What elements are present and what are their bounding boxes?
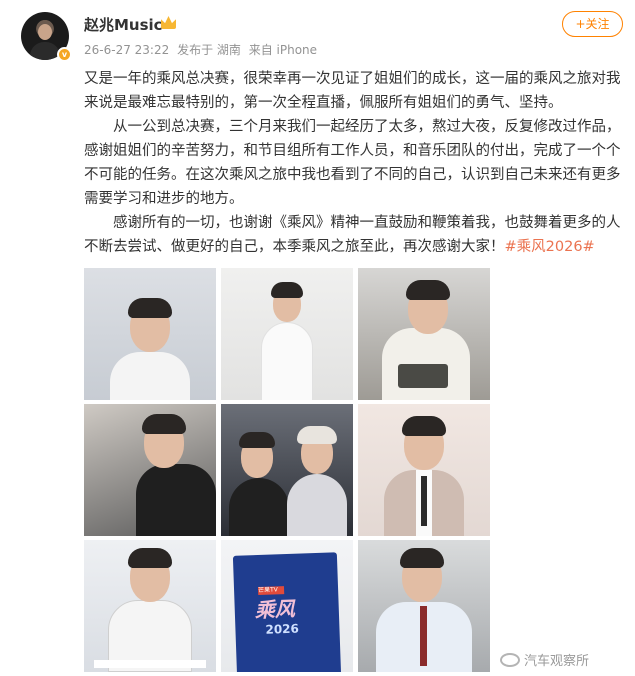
photo-4-figure-hair (142, 414, 186, 434)
photo-5-figure-right-body (287, 474, 347, 536)
photo-5-figure-left-hair (239, 432, 275, 448)
follow-button[interactable]: +关注 (562, 11, 623, 37)
post-location: 发布于 湖南 (177, 43, 241, 57)
photo-3-box (398, 364, 448, 388)
post-timestamp[interactable]: 26-6-27 23:22 (84, 43, 169, 57)
photo-3[interactable] (358, 268, 490, 400)
watermark: 汽车观察所 (500, 650, 589, 669)
photo-4[interactable] (84, 404, 216, 536)
photo-6-tie (421, 476, 427, 526)
avatar-shoulder (30, 42, 60, 60)
photo-2-figure-hair (271, 282, 303, 298)
photo-4-figure-body (136, 464, 216, 536)
photo-7-figure-hair (128, 548, 172, 568)
photo-8-book-year: 2026 (265, 621, 300, 637)
avatar-face (38, 24, 52, 40)
photo-6[interactable] (358, 404, 490, 536)
photo-8-book: 芒果TV 乘风 2026 (232, 552, 342, 672)
verified-badge-icon: v (57, 47, 72, 62)
photo-5-figure-right-hair (297, 426, 337, 444)
watermark-text: 汽车观察所 (524, 654, 590, 669)
post-paragraph-1: 又是一年的乘风总决赛，很荣幸再一次见证了姐姐们的成长，这一届的乘风之旅对我来说是… (84, 71, 621, 111)
photo-2-figure-body (261, 322, 313, 400)
post-meta: 26-6-27 23:22 发布于 湖南 来自 iPhone (84, 41, 321, 58)
photo-8-book-logo: 芒果TV (257, 586, 285, 595)
photo-7[interactable] (84, 540, 216, 672)
photo-1[interactable] (84, 268, 216, 400)
photo-9-figure-hair (400, 548, 444, 568)
photo-1-figure-hair (128, 298, 172, 318)
post-paragraph-2: 从一公到总决赛，三个月来我们一起经历了太多，熬过大夜，反复修改过作品，感谢姐姐们… (84, 119, 621, 207)
photo-5-figure-left-body (229, 478, 289, 536)
photo-3-figure-hair (406, 280, 450, 300)
photo-9[interactable] (358, 540, 490, 672)
vip-crown-icon (161, 16, 176, 29)
photo-5[interactable] (221, 404, 353, 536)
weibo-icon (500, 653, 520, 667)
username[interactable]: 赵兆Music (84, 14, 163, 35)
photo-2[interactable] (221, 268, 353, 400)
photo-8-book-title: 乘风 (254, 596, 296, 623)
photo-grid: 芒果TV 乘风 2026 (84, 268, 490, 672)
photo-6-figure-hair (402, 416, 446, 436)
post-device: 来自 iPhone (248, 43, 318, 57)
photo-9-tie (420, 606, 427, 666)
post-paragraph-3: 感谢所有的一切，也谢谢《乘风》精神一直鼓励和鞭策着我，也鼓舞着更多的人不断去尝试… (84, 211, 624, 259)
post-text: 又是一年的乘风总决赛，很荣幸再一次见证了姐姐们的成长，这一届的乘风之旅对我来说是… (84, 67, 624, 259)
photo-7-paper (94, 660, 206, 668)
hashtag-link[interactable]: #乘风2026# (505, 239, 595, 255)
photo-8[interactable]: 芒果TV 乘风 2026 (221, 540, 353, 672)
photo-1-figure-body (110, 352, 190, 400)
